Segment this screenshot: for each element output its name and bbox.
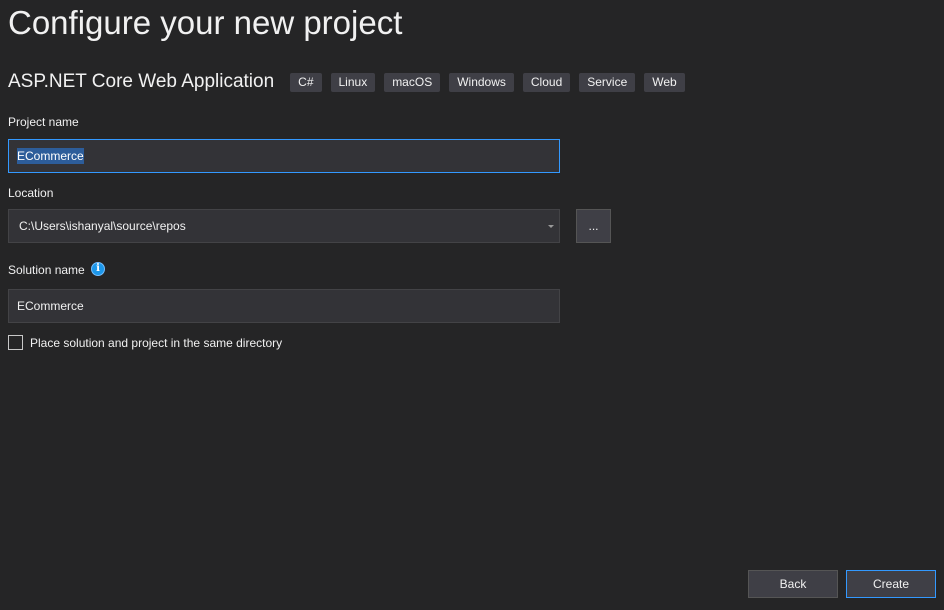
browse-location-button[interactable]: ... — [576, 209, 611, 243]
configure-project-page: Configure your new project ASP.NET Core … — [0, 0, 944, 610]
template-header: ASP.NET Core Web Application C# Linux ma… — [8, 70, 694, 94]
tag-cloud: Cloud — [522, 72, 571, 92]
tag-service: Service — [579, 72, 636, 92]
back-button[interactable]: Back — [748, 570, 838, 598]
tag-windows: Windows — [449, 72, 514, 92]
tag-macos: macOS — [384, 72, 441, 92]
tag-linux: Linux — [330, 72, 376, 92]
same-directory-label[interactable]: Place solution and project in the same d… — [30, 336, 282, 350]
location-value: C:\Users\ishanyal\source\repos — [19, 219, 186, 233]
info-icon[interactable]: i — [91, 262, 105, 276]
solution-name-value: ECommerce — [17, 299, 84, 313]
solution-name-label: Solution name — [8, 263, 85, 277]
project-name-value: ECommerce — [17, 148, 84, 164]
chevron-down-icon[interactable] — [548, 225, 554, 228]
location-label: Location — [8, 186, 54, 200]
page-title: Configure your new project — [8, 4, 403, 41]
project-name-label: Project name — [8, 115, 79, 129]
solution-name-input[interactable]: ECommerce — [8, 289, 560, 323]
template-name: ASP.NET Core Web Application — [8, 71, 275, 92]
same-directory-option: Place solution and project in the same d… — [8, 335, 282, 350]
same-directory-checkbox[interactable] — [8, 335, 23, 350]
tag-csharp: C# — [290, 72, 322, 92]
location-combobox[interactable]: C:\Users\ishanyal\source\repos — [8, 209, 560, 243]
project-name-input[interactable]: ECommerce — [8, 139, 560, 173]
create-button[interactable]: Create — [846, 570, 936, 598]
tag-web: Web — [644, 72, 685, 92]
